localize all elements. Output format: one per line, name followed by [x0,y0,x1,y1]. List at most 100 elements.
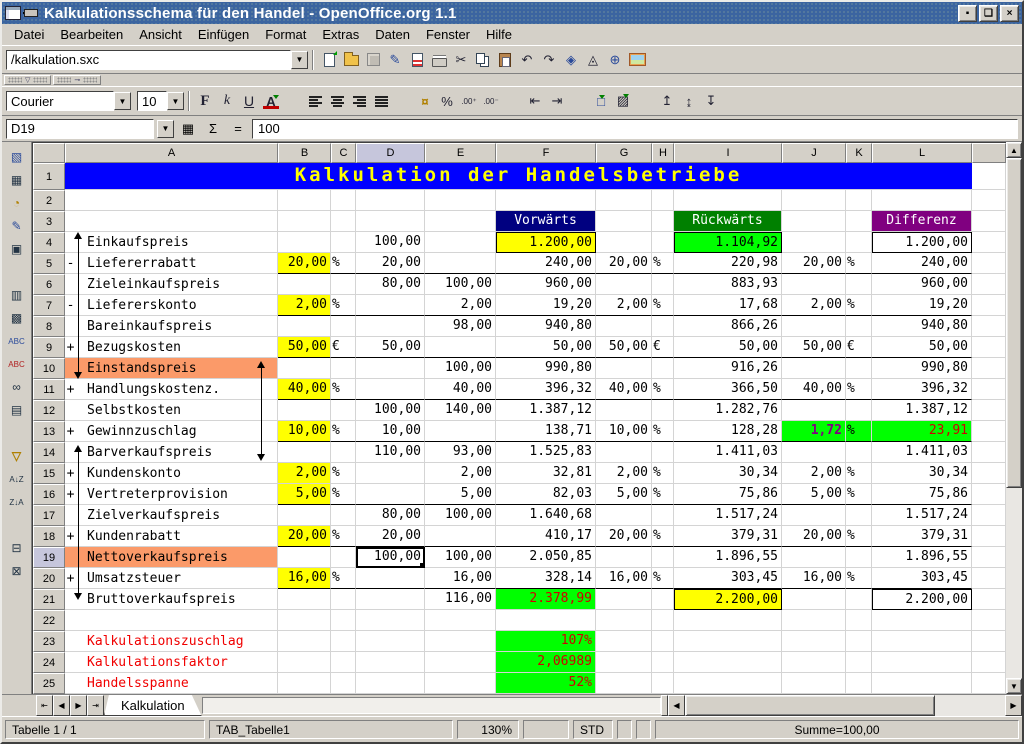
cell-D19[interactable]: 100,00 [356,547,425,568]
cell-G17[interactable] [596,505,652,526]
bold-button[interactable]: F [194,90,216,112]
form-controls-icon[interactable]: ▣ [5,238,29,260]
group-icon[interactable]: ⊟ [5,537,29,559]
first-sheet-button[interactable]: ⇤ [36,695,53,716]
cell-L4[interactable]: 1.200,00 [872,232,972,253]
cell-F21[interactable]: 2.378,99 [496,589,596,610]
cell-G15[interactable]: 2,00 [596,463,652,484]
align-top-button[interactable]: ↥ [656,90,678,112]
cell-title-row[interactable]: Kalkulation der Handelsbetriebe [65,163,972,190]
cell-E3[interactable] [425,211,496,232]
ungroup-icon[interactable]: ⊠ [5,560,29,582]
cell-F9[interactable]: 50,00 [496,337,596,358]
cell-J4[interactable] [782,232,846,253]
cell-B7[interactable]: 2,00 [278,295,331,316]
cell-I16[interactable]: 75,86 [674,484,782,505]
cell-L25[interactable] [872,673,972,694]
cell-G10[interactable] [596,358,652,379]
cell-A10[interactable]: Einstandspreis [65,358,278,379]
cell-H20[interactable]: % [652,568,674,589]
cell-I22[interactable] [674,610,782,631]
column-header-B[interactable]: B [278,143,331,163]
cell-C23[interactable] [331,631,356,652]
cell-L13[interactable]: 23,91 [872,421,972,442]
font-size-combo[interactable] [137,91,167,111]
cell-B22[interactable] [278,610,331,631]
cell-H11[interactable]: % [652,379,674,400]
cell-G19[interactable] [596,547,652,568]
cell-G23[interactable] [596,631,652,652]
cell-E17[interactable]: 100,00 [425,505,496,526]
cell-H21[interactable] [652,589,674,610]
row-header-7[interactable]: 7 [33,295,65,316]
cell-L11[interactable]: 396,32 [872,379,972,400]
close-button[interactable]: × [1000,5,1019,22]
cell-A22[interactable] [65,610,278,631]
cell-K9[interactable]: € [846,337,872,358]
cell-I17[interactable]: 1.517,24 [674,505,782,526]
open-document-icon[interactable] [340,49,362,71]
row-header-1[interactable]: 1 [33,163,65,190]
cell-J14[interactable] [782,442,846,463]
cell-L24[interactable] [872,652,972,673]
cell-D18[interactable]: 20,00 [356,526,425,547]
cell-B21[interactable] [278,589,331,610]
cell-J5[interactable]: 20,00 [782,253,846,274]
cut-icon[interactable]: ✂ [450,49,472,71]
cell-H13[interactable]: % [652,421,674,442]
align-center-v-button[interactable]: ↨ [678,90,700,112]
background-color-button[interactable]: ▨ [612,90,634,112]
cell-K24[interactable] [846,652,872,673]
autospellcheck-icon[interactable]: ABC [5,353,29,375]
cell-J12[interactable] [782,400,846,421]
sum-icon[interactable]: Σ [202,119,224,139]
cell-H5[interactable]: % [652,253,674,274]
cell-K8[interactable] [846,316,872,337]
cell-F22[interactable] [496,610,596,631]
document-url-combo[interactable] [6,50,291,70]
cell-K2[interactable] [846,190,872,211]
menu-item[interactable]: Ansicht [131,25,190,44]
cell-D14[interactable]: 110,00 [356,442,425,463]
cell-A3[interactable] [65,211,278,232]
last-sheet-button[interactable]: ⇥ [87,695,104,716]
cell-D23[interactable] [356,631,425,652]
cell-E25[interactable] [425,673,496,694]
draw-functions-icon[interactable]: ✎ [5,215,29,237]
scroll-down-button[interactable]: ▼ [1006,678,1022,694]
hyperlink-icon[interactable]: ⊕ [604,49,626,71]
delete-decimal-button[interactable]: .00⁻ [480,90,502,112]
cell-A8[interactable]: Bareinkaufspreis [65,316,278,337]
sheet-tab-kalkulation[interactable]: Kalkulation [104,695,202,716]
cell-K12[interactable] [846,400,872,421]
cell-C3[interactable] [331,211,356,232]
column-header-L[interactable]: L [872,143,972,163]
cell-K17[interactable] [846,505,872,526]
cell-B19[interactable] [278,547,331,568]
cell-F10[interactable]: 990,80 [496,358,596,379]
cell-I23[interactable] [674,631,782,652]
cell-K19[interactable] [846,547,872,568]
sep1[interactable] [282,90,304,112]
cell-E20[interactable]: 16,00 [425,568,496,589]
cell-A14[interactable]: Barverkaufspreis [65,442,278,463]
menu-item[interactable]: Daten [367,25,418,44]
cell-J8[interactable] [782,316,846,337]
align-justify-button[interactable] [370,90,392,112]
cell-B13[interactable]: 10,00 [278,421,331,442]
insert-cells-icon[interactable]: ▦ [5,169,29,191]
cell-I3[interactable]: Rückwärts [674,211,782,232]
cell-B14[interactable] [278,442,331,463]
cell-E22[interactable] [425,610,496,631]
cell-E16[interactable]: 5,00 [425,484,496,505]
row-header-3[interactable]: 3 [33,211,65,232]
print-icon[interactable] [428,49,450,71]
cell-L17[interactable]: 1.517,24 [872,505,972,526]
font-color-button[interactable]: A [260,90,282,112]
formula-input[interactable] [253,121,1017,136]
row-header-17[interactable]: 17 [33,505,65,526]
cell-B25[interactable] [278,673,331,694]
cell-J18[interactable]: 20,00 [782,526,846,547]
cell-A24[interactable]: Kalkulationsfaktor [65,652,278,673]
cell-C22[interactable] [331,610,356,631]
